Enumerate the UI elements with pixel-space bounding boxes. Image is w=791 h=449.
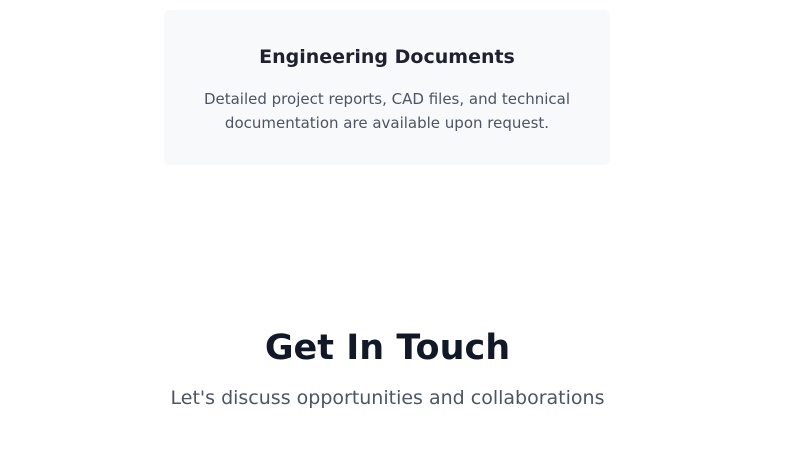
section-subtitle: Let's discuss opportunities and collabor… bbox=[170, 387, 605, 409]
section-title: Get In Touch bbox=[264, 328, 511, 368]
get-in-touch-section: Get In Touch Let's discuss opportunities… bbox=[0, 320, 775, 410]
engineering-documents-card: Engineering Documents Detailed project r… bbox=[164, 10, 610, 165]
card-title: Engineering Documents bbox=[259, 46, 515, 68]
card-description: Detailed project reports, CAD files, and… bbox=[203, 90, 571, 132]
